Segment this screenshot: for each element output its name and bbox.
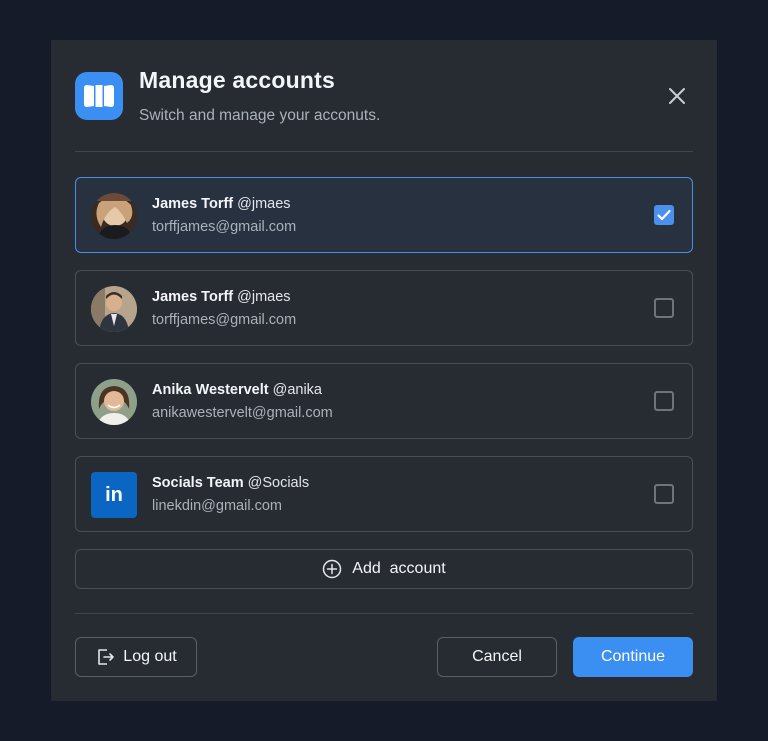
account-name: James Torff [152, 289, 234, 305]
account-checkbox[interactable] [654, 205, 674, 225]
account-item-anika-westervelt[interactable]: Anika Westervelt @anika anikawestervelt@g… [75, 363, 693, 439]
avatar [91, 379, 137, 425]
cancel-button[interactable]: Cancel [437, 637, 557, 677]
plus-circle-icon [323, 559, 342, 579]
close-icon[interactable] [665, 84, 689, 108]
header-divider [75, 151, 693, 152]
account-item-james-torff-1[interactable]: James Torff @jmaes torffjames@gmail.com [75, 177, 693, 253]
account-name: Socials Team [152, 475, 244, 491]
manage-accounts-modal: Manage accounts Switch and manage your a… [51, 40, 717, 701]
account-email: anikawestervelt@gmail.com [152, 405, 333, 421]
account-name-line: James Torff @jmaes [152, 196, 291, 212]
account-item-james-torff-2[interactable]: James Torff @jmaes torffjames@gmail.com [75, 270, 693, 346]
account-item-socials-team[interactable]: in Socials Team @Socials linekdin@gmail.c… [75, 456, 693, 532]
logout-button[interactable]: Log out [75, 637, 197, 677]
avatar [91, 193, 137, 239]
account-name-line: James Torff @jmaes [152, 289, 291, 305]
avatar [91, 286, 137, 332]
account-handle: @Socials [247, 475, 310, 491]
modal-title: Manage accounts [139, 67, 335, 93]
account-email: torffjames@gmail.com [152, 219, 297, 235]
account-name: James Torff [152, 196, 234, 212]
account-handle: @jmaes [237, 196, 291, 212]
account-name: Anika Westervelt [152, 382, 269, 398]
modal-header: Manage accounts Switch and manage your a… [75, 67, 693, 130]
account-email: torffjames@gmail.com [152, 312, 297, 328]
continue-button[interactable]: Continue [573, 637, 693, 677]
account-checkbox[interactable] [654, 484, 674, 504]
account-handle: @anika [272, 382, 322, 398]
add-account-label: Add account [352, 560, 446, 577]
account-checkbox[interactable] [654, 298, 674, 318]
account-name-line: Anika Westervelt @anika [152, 382, 322, 398]
account-email: linekdin@gmail.com [152, 498, 282, 514]
account-checkbox[interactable] [654, 391, 674, 411]
footer-divider [75, 613, 693, 614]
modal-subtitle: Switch and manage your acconuts. [139, 107, 381, 124]
account-name-line: Socials Team @Socials [152, 475, 309, 491]
checkmark-icon [657, 209, 671, 221]
add-account-button[interactable]: Add account [75, 549, 693, 589]
columns-logo-icon [75, 72, 123, 120]
logout-label: Log out [123, 648, 177, 665]
account-handle: @jmaes [237, 289, 291, 305]
linkedin-logo-icon: in [91, 472, 137, 518]
logout-icon [98, 649, 115, 665]
